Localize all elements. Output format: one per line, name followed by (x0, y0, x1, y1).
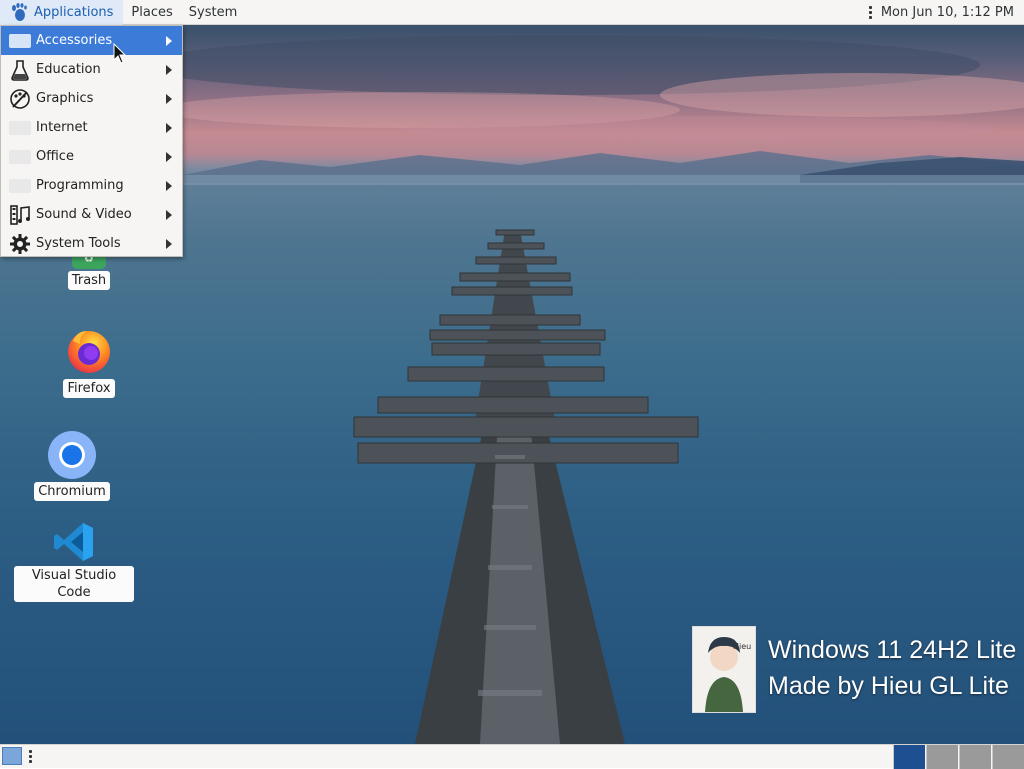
clock[interactable]: Mon Jun 10, 1:12 PM (881, 5, 1014, 20)
chromium-desktop-icon[interactable]: Chromium (34, 430, 110, 501)
menu-item-label: Education (36, 62, 101, 77)
applications-label: Applications (34, 4, 114, 20)
menu-item-label: Office (36, 149, 74, 164)
menu-item-label: Programming (36, 178, 124, 193)
panel-handle-icon[interactable] (28, 750, 32, 763)
menu-item-label: Internet (36, 120, 88, 135)
watermark-text: Windows 11 24H2 Lite Made by Hieu GL Lit… (768, 632, 1016, 704)
menu-item-label: Sound & Video (36, 207, 132, 222)
submenu-arrow-icon (166, 210, 172, 220)
workspace-1[interactable] (893, 745, 925, 769)
internet-icon (8, 116, 32, 140)
firefox-desktop-icon[interactable]: Firefox (58, 327, 120, 398)
menu-item-education[interactable]: Education (1, 55, 182, 84)
palette-icon (8, 87, 32, 111)
avatar-text: Hieu (733, 642, 751, 651)
menu-item-graphics[interactable]: Graphics (1, 84, 182, 113)
chromium-label: Chromium (34, 482, 110, 501)
gear-icon (8, 232, 32, 256)
firefox-icon (68, 331, 110, 373)
menu-item-programming[interactable]: Programming (1, 171, 182, 200)
show-desktop-button[interactable] (2, 747, 22, 765)
menu-item-office[interactable]: Office (1, 142, 182, 171)
vscode-desktop-icon[interactable]: Visual Studio Code (14, 520, 134, 602)
vscode-label: Visual Studio Code (14, 566, 134, 602)
watermark-line-1: Windows 11 24H2 Lite (768, 636, 1017, 664)
submenu-arrow-icon (166, 94, 172, 104)
workspace-2[interactable] (926, 745, 958, 769)
watermark-avatar: Hieu (692, 626, 756, 713)
accessories-icon (8, 29, 32, 53)
submenu-arrow-icon (166, 239, 172, 249)
submenu-arrow-icon (166, 123, 172, 133)
workspace-3[interactable] (959, 745, 991, 769)
applications-menu-button[interactable]: Applications (0, 0, 124, 25)
film-music-icon (8, 203, 32, 227)
system-menu-button[interactable]: System (181, 0, 245, 25)
submenu-arrow-icon (166, 181, 172, 191)
applications-dropdown: Accessories Education Graphics Internet … (0, 25, 183, 257)
panel-handle-icon[interactable] (869, 6, 873, 19)
places-menu-button[interactable]: Places (123, 0, 180, 25)
watermark-line-2: Made by Hieu GL Lite (768, 672, 1009, 700)
menu-item-system-tools[interactable]: System Tools (1, 229, 182, 258)
top-panel: Applications Places System Mon Jun 10, 1… (0, 0, 1024, 25)
gnome-foot-icon (12, 3, 27, 21)
programming-icon (8, 174, 32, 198)
trash-label: Trash (67, 271, 111, 290)
submenu-arrow-icon (166, 152, 172, 162)
menu-item-label: Accessories (36, 33, 113, 48)
menu-item-internet[interactable]: Internet (1, 113, 182, 142)
flask-icon (8, 58, 32, 82)
workspace-4[interactable] (992, 745, 1024, 769)
bottom-panel (0, 744, 1024, 769)
vscode-icon (54, 523, 93, 561)
chromium-icon (48, 431, 96, 479)
menu-item-label: Graphics (36, 91, 94, 106)
menu-item-label: System Tools (36, 236, 121, 251)
firefox-label: Firefox (63, 379, 115, 398)
submenu-arrow-icon (166, 36, 172, 46)
menu-item-sound-video[interactable]: Sound & Video (1, 200, 182, 229)
menu-item-accessories[interactable]: Accessories (1, 26, 182, 55)
submenu-arrow-icon (166, 65, 172, 75)
office-icon (8, 145, 32, 169)
